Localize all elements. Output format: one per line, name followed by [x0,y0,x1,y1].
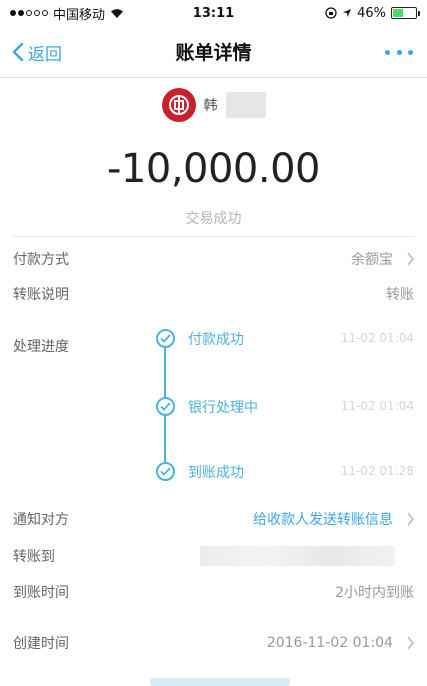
arrival-label: 到账时间 [13,585,69,601]
transfer-to-label: 转账到 [13,549,55,565]
check-icon [156,397,175,416]
wifi-icon [111,8,124,18]
arrival-row: 到账时间 2小时内到账 [0,579,427,605]
payee: 韩 [0,88,427,122]
payee-name: 韩 [203,98,218,114]
notify-row[interactable]: 通知对方 给收款人发送转账信息 [0,506,427,532]
battery-fill [393,9,404,17]
amount: -10,000.00 [106,146,321,192]
step-label: 付款成功 [188,332,244,348]
step-time: 11-02 01:28 [340,464,414,478]
notify-label: 通知对方 [13,512,69,528]
step-time: 11-02 01:04 [340,331,414,345]
more-dot [408,49,413,55]
payment-method-label: 付款方式 [13,252,69,268]
chevron-right-icon [407,512,415,526]
arrival-value: 2小时内到账 [335,585,414,601]
note-value: 转账 [386,287,414,303]
chevron-right-icon [407,636,415,650]
signal-icon [10,10,48,16]
more-dot [396,49,402,55]
transfer-to-redacted [200,546,395,566]
created-label: 创建时间 [13,636,69,652]
status-bar: 中国移动 13:11 46% [0,0,427,26]
payment-method-value: 余额宝 [351,252,393,268]
battery-percent: 46% [357,5,386,21]
step-label: 银行处理中 [188,400,258,416]
notify-link[interactable]: 给收款人发送转账信息 [253,509,393,529]
note-row: 转账说明 转账 [0,281,427,307]
back-label: 返回 [28,44,62,65]
battery-icon [391,7,420,19]
progress-timeline [150,326,180,486]
bottom-link-partial[interactable] [150,678,290,686]
chevron-right-icon [407,252,415,266]
check-icon [156,462,175,481]
status-left: 中国移动 [10,4,124,23]
page-title: 账单详情 [175,42,252,64]
location-icon [343,9,352,17]
check-icon [156,329,175,348]
nav-bar: 返回 账单详情 [0,26,427,78]
progress-label: 处理进度 [13,339,69,355]
more-dot [385,49,390,55]
back-button[interactable]: 返回 [12,36,62,68]
transaction-status: 交易成功 [185,211,242,227]
bank-logo-icon [161,88,196,122]
more-button[interactable] [385,40,413,64]
divider [12,236,415,237]
step-label: 到账成功 [188,465,244,481]
status-right: 46% [325,5,420,21]
chevron-left-icon [12,42,24,62]
carrier-label: 中国移动 [53,7,106,23]
created-value: 2016-11-02 01:04 [266,635,393,651]
payee-name-redacted [225,92,266,118]
created-row[interactable]: 创建时间 2016-11-02 01:04 [0,630,427,656]
payment-method-row[interactable]: 付款方式 余额宝 [0,246,427,272]
note-label: 转账说明 [13,287,69,303]
bill-detail-card: 韩 -10,000.00 交易成功 付款方式 余额宝 转账说明 转账 处理进度 … [0,78,427,686]
step-time: 11-02 01:04 [340,399,414,413]
rotation-lock-icon [325,7,337,19]
